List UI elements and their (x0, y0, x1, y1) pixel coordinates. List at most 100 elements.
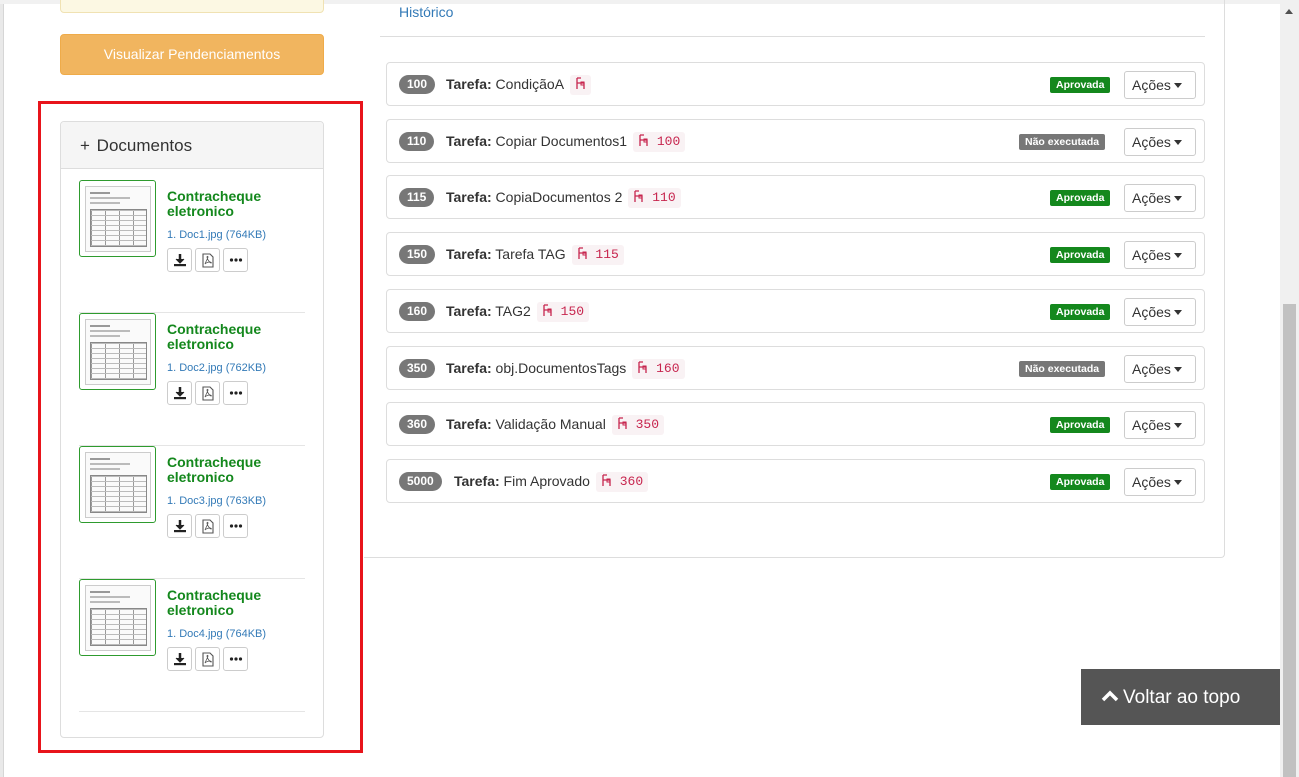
scrollbar-thumb[interactable] (1283, 304, 1296, 777)
document-item: Contracheque eletronico 1. Doc4.jpg (764K… (79, 579, 305, 712)
document-file-link[interactable]: 1. Doc1.jpg (764KB) (167, 229, 266, 241)
document-thumbnail[interactable] (79, 180, 156, 257)
acoes-dropdown-button[interactable]: Ações (1124, 241, 1196, 270)
status-badge: Aprovada (1050, 77, 1111, 93)
visualizar-pendenciamentos-button[interactable]: Visualizar Pendenciamentos (60, 34, 324, 75)
acoes-label: Ações (1132, 133, 1171, 150)
acoes-label: Ações (1132, 190, 1171, 207)
pdf-button[interactable] (195, 514, 220, 538)
acoes-dropdown-button[interactable]: Ações (1124, 127, 1196, 156)
pdf-icon (202, 519, 214, 534)
status-badge: Não executada (1019, 133, 1106, 150)
page-edge (0, 0, 4, 777)
dependency-number: 150 (560, 303, 585, 319)
acoes-dropdown-button[interactable]: Ações (1124, 71, 1196, 99)
task-number-badge: 115 (399, 188, 435, 208)
document-item: Contracheque eletronico 1. Doc1.jpg (764K… (79, 180, 305, 313)
caret-down-icon (1173, 196, 1182, 202)
acoes-label: Ações (1132, 473, 1171, 490)
download-button[interactable] (167, 647, 192, 671)
flow-icon (618, 417, 627, 430)
scrollbar[interactable] (1280, 0, 1299, 777)
task-number-badge: 100 (399, 75, 436, 94)
caret-down-icon (1173, 366, 1182, 372)
download-button[interactable] (167, 248, 192, 272)
acoes-dropdown-button[interactable]: Ações (1124, 184, 1196, 213)
caret-down-icon (1173, 423, 1182, 429)
download-button[interactable] (167, 514, 192, 538)
task-number-badge: 360 (399, 415, 436, 435)
caret-down-icon (1173, 139, 1182, 145)
more-icon (229, 524, 243, 528)
task-row: 110 Tarefa: Copiar Documentos1 100 Não exe… (386, 118, 1205, 163)
documents-panel: + Documentos Contracheque eletronico 1. D… (60, 121, 324, 738)
document-title[interactable]: Contracheque eletronico (167, 322, 307, 352)
pdf-button[interactable] (195, 381, 220, 405)
document-thumbnail[interactable] (79, 313, 156, 390)
task-prefix: Tarefa: (446, 359, 492, 376)
pdf-button[interactable] (195, 248, 220, 272)
flow-icon (638, 360, 647, 373)
dependency-badge: 115 (571, 245, 624, 266)
download-button[interactable] (167, 381, 192, 405)
divider (380, 36, 1205, 37)
acoes-dropdown-button[interactable]: Ações (1124, 467, 1196, 496)
task-prefix: Tarefa: (446, 189, 492, 206)
more-options-button[interactable] (223, 647, 248, 671)
status-badge: Aprovada (1050, 190, 1111, 207)
dependency-number: 115 (595, 247, 619, 263)
pdf-button[interactable] (195, 647, 220, 671)
acoes-dropdown-button[interactable]: Ações (1124, 411, 1196, 440)
dependency-badge: 150 (536, 301, 590, 322)
pdf-icon (202, 386, 214, 401)
historico-tab[interactable]: Histórico (399, 4, 453, 20)
task-name: CopiaDocumentos 2 (495, 189, 623, 206)
task-number-badge: 160 (399, 301, 436, 321)
acoes-dropdown-button[interactable]: Ações (1124, 354, 1196, 383)
acoes-label: Ações (1132, 360, 1171, 377)
acoes-label: Ações (1132, 417, 1171, 434)
dependency-number: 110 (652, 190, 676, 206)
back-to-top-button[interactable]: Voltar ao topo (1081, 669, 1280, 725)
task-name: Fim Aprovado (503, 472, 590, 489)
caret-down-icon (1173, 253, 1182, 259)
task-prefix: Tarefa: (446, 416, 492, 433)
download-icon (174, 520, 186, 533)
dependency-number: 350 (635, 417, 660, 433)
more-options-button[interactable] (223, 514, 248, 538)
task-name: obj.DocumentosTags (495, 359, 627, 376)
flow-icon (639, 134, 648, 146)
task-prefix: Tarefa: (446, 302, 492, 319)
expand-icon[interactable]: + (80, 136, 90, 155)
alert-box (60, 0, 324, 13)
document-file-link[interactable]: 1. Doc3.jpg (763KB) (167, 495, 266, 507)
more-options-button[interactable] (223, 381, 248, 405)
documents-panel-header[interactable]: + Documentos (61, 122, 323, 169)
scroll-up-arrow-icon[interactable] (1285, 9, 1293, 14)
dependency-badge: 160 (632, 358, 685, 379)
caret-down-icon (1173, 309, 1182, 315)
dependency-number: 160 (656, 360, 680, 376)
task-name: TAG2 (495, 302, 531, 319)
dependency-badge: 360 (595, 471, 649, 492)
task-name: Validação Manual (495, 416, 606, 433)
document-file-link[interactable]: 1. Doc4.jpg (764KB) (167, 628, 266, 640)
flow-icon (634, 190, 644, 203)
document-item: Contracheque eletronico 1. Doc2.jpg (762K… (79, 313, 305, 446)
back-to-top-label: Voltar ao topo (1123, 687, 1241, 708)
flow-icon (602, 474, 611, 486)
more-icon (229, 258, 243, 262)
task-number-badge: 110 (399, 131, 435, 151)
acoes-dropdown-button[interactable]: Ações (1124, 297, 1196, 326)
document-title[interactable]: Contracheque eletronico (167, 455, 307, 485)
document-title[interactable]: Contracheque eletronico (167, 588, 307, 618)
document-title[interactable]: Contracheque eletronico (167, 189, 307, 219)
more-options-button[interactable] (223, 248, 248, 272)
document-thumbnail[interactable] (79, 446, 156, 523)
document-thumbnail[interactable] (79, 579, 156, 656)
document-file-link[interactable]: 1. Doc2.jpg (762KB) (167, 362, 266, 374)
status-badge: Aprovada (1050, 303, 1111, 320)
task-row: 360 Tarefa: Validação Manual 350 Aprovada A… (386, 402, 1205, 447)
dependency-badge: 100 (633, 131, 686, 152)
task-name: Copiar Documentos1 (495, 132, 628, 149)
